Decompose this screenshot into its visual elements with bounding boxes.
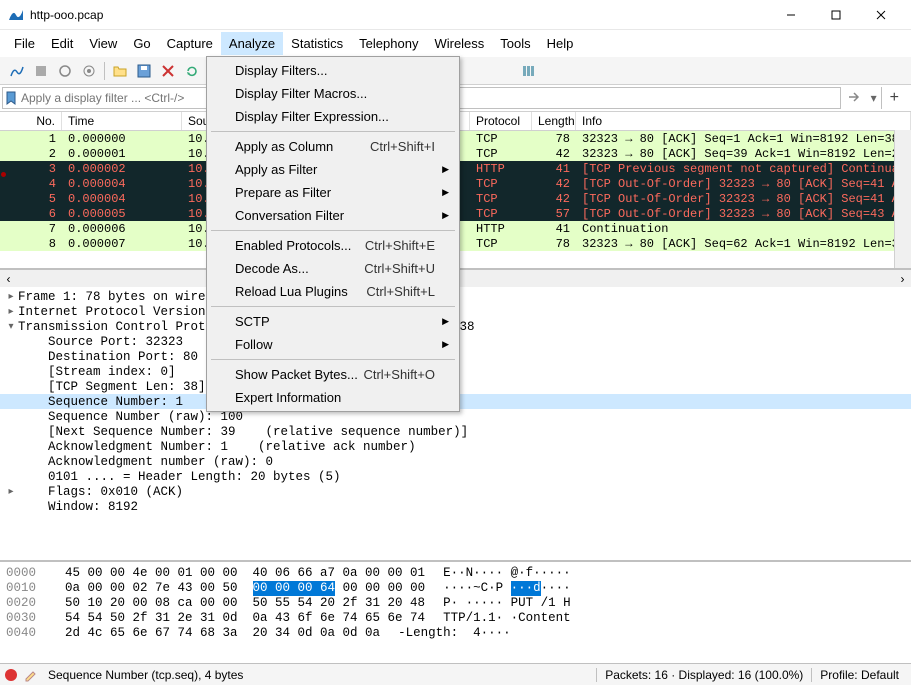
menu-item-show-packet-bytes[interactable]: Show Packet Bytes...Ctrl+Shift+O [209, 363, 457, 386]
hex-row[interactable]: 0030 54 54 50 2f 31 2e 31 0d 0a 43 6f 6e… [6, 611, 905, 626]
col-header-protocol[interactable]: Protocol [470, 112, 532, 130]
hex-row[interactable]: 0020 50 10 20 00 08 ca 00 00 50 55 54 20… [6, 596, 905, 611]
status-packets: Packets: 16 · Displayed: 16 (100.0%) [596, 668, 811, 682]
menu-item-display-filter-macros[interactable]: Display Filter Macros... [209, 82, 457, 105]
analyze-menu-dropdown: Display Filters...Display Filter Macros.… [206, 56, 460, 412]
expert-info-icon[interactable] [4, 668, 18, 682]
menu-analyze[interactable]: Analyze [221, 32, 283, 55]
minimize-button[interactable] [768, 1, 813, 29]
close-button[interactable] [858, 1, 903, 29]
col-header-no[interactable]: No. [0, 112, 62, 130]
menu-help[interactable]: Help [539, 32, 582, 55]
filter-dropdown-button[interactable]: ▾ [867, 89, 881, 107]
bookmark-icon[interactable] [4, 91, 18, 105]
col-header-time[interactable]: Time [62, 112, 182, 130]
menu-item-sctp[interactable]: SCTP▶ [209, 310, 457, 333]
scroll-right-button[interactable]: › [894, 270, 911, 287]
hex-row[interactable]: 0000 45 00 00 4e 00 01 00 00 40 06 66 a7… [6, 566, 905, 581]
titlebar: http-ooo.pcap [0, 0, 911, 30]
menu-item-enabled-protocols[interactable]: Enabled Protocols...Ctrl+Shift+E [209, 234, 457, 257]
menu-wireless[interactable]: Wireless [426, 32, 492, 55]
maximize-button[interactable] [813, 1, 858, 29]
wireshark-icon [8, 7, 24, 23]
detail-row[interactable]: 0101 .... = Header Length: 20 bytes (5) [0, 469, 911, 484]
detail-row[interactable]: ▸ Flags: 0x010 (ACK) [0, 484, 911, 499]
window-title: http-ooo.pcap [30, 8, 768, 22]
status-profile[interactable]: Profile: Default [811, 668, 907, 682]
menu-item-display-filter-expression[interactable]: Display Filter Expression... [209, 105, 457, 128]
close-file-button[interactable] [157, 60, 179, 82]
filter-apply-button[interactable] [841, 88, 867, 109]
menu-view[interactable]: View [81, 32, 125, 55]
menu-capture[interactable]: Capture [159, 32, 221, 55]
menu-item-apply-as-column[interactable]: Apply as ColumnCtrl+Shift+I [209, 135, 457, 158]
menu-item-decode-as[interactable]: Decode As...Ctrl+Shift+U [209, 257, 457, 280]
menu-file[interactable]: File [6, 32, 43, 55]
restart-capture-button[interactable] [54, 60, 76, 82]
edit-capture-comment-icon[interactable] [24, 668, 38, 682]
packet-bytes-pane[interactable]: 0000 45 00 00 4e 00 01 00 00 40 06 66 a7… [0, 562, 911, 663]
reload-button[interactable] [181, 60, 203, 82]
hex-row[interactable]: 0040 2d 4c 65 6e 67 74 68 3a 20 34 0d 0a… [6, 626, 905, 641]
menu-go[interactable]: Go [125, 32, 158, 55]
menu-item-prepare-as-filter[interactable]: Prepare as Filter▶ [209, 181, 457, 204]
menu-item-reload-lua-plugins[interactable]: Reload Lua PluginsCtrl+Shift+L [209, 280, 457, 303]
menu-telephony[interactable]: Telephony [351, 32, 426, 55]
save-file-button[interactable] [133, 60, 155, 82]
menu-item-follow[interactable]: Follow▶ [209, 333, 457, 356]
menu-item-expert-information[interactable]: Expert Information [209, 386, 457, 409]
col-header-info[interactable]: Info [576, 112, 911, 130]
menu-edit[interactable]: Edit [43, 32, 81, 55]
resize-columns-button[interactable] [518, 60, 540, 82]
open-file-button[interactable] [109, 60, 131, 82]
start-capture-button[interactable] [6, 60, 28, 82]
stop-capture-button[interactable] [30, 60, 52, 82]
menu-statistics[interactable]: Statistics [283, 32, 351, 55]
detail-row[interactable]: Acknowledgment Number: 1 (relative ack n… [0, 439, 911, 454]
scroll-left-button[interactable]: ‹ [0, 270, 17, 287]
col-header-length[interactable]: Length [532, 112, 576, 130]
detail-row[interactable]: Window: 8192 [0, 499, 911, 514]
capture-options-button[interactable] [78, 60, 100, 82]
menu-item-apply-as-filter[interactable]: Apply as Filter▶ [209, 158, 457, 181]
menu-item-conversation-filter[interactable]: Conversation Filter▶ [209, 204, 457, 227]
menubar: File Edit View Go Capture Analyze Statis… [0, 30, 911, 57]
statusbar: Sequence Number (tcp.seq), 4 bytes Packe… [0, 663, 911, 685]
menu-item-display-filters[interactable]: Display Filters... [209, 59, 457, 82]
packet-list-vscrollbar[interactable] [894, 130, 911, 268]
filter-add-button[interactable]: + [881, 87, 907, 109]
detail-row[interactable]: Acknowledgment number (raw): 0 [0, 454, 911, 469]
menu-tools[interactable]: Tools [492, 32, 538, 55]
detail-row[interactable]: [Next Sequence Number: 39 (relative sequ… [0, 424, 911, 439]
hex-row[interactable]: 0010 0a 00 00 02 7e 43 00 50 00 00 00 64… [6, 581, 905, 596]
status-field: Sequence Number (tcp.seq), 4 bytes [38, 668, 596, 682]
